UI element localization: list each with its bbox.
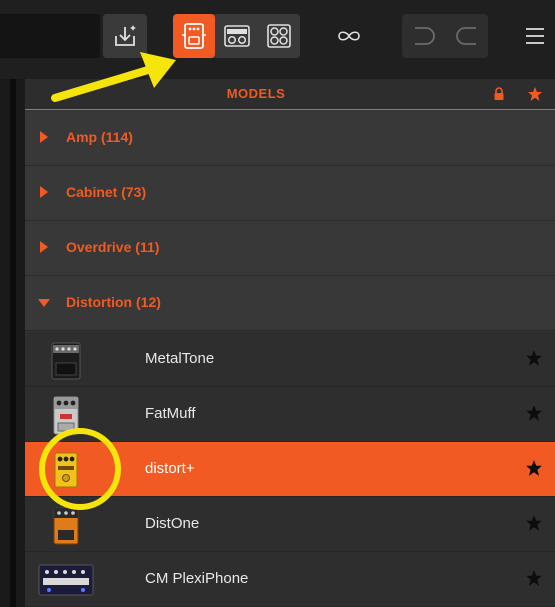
star-icon[interactable] [525,569,543,587]
stompbox-view-icon [182,23,206,49]
model-label: CM PlexiPhone [145,570,249,587]
model-label: DistOne [145,515,200,532]
model-row-fatmuff[interactable]: FatMuff [25,387,555,442]
undo-button[interactable] [402,14,445,58]
lock-icon[interactable] [491,86,507,102]
cabinet-view-icon [267,24,291,48]
star-icon[interactable] [525,349,543,367]
star-icon[interactable] [525,514,543,532]
chevron-right-icon [40,131,48,143]
model-row-distort-plus[interactable]: distort+ [25,442,555,497]
undo-redo-group [402,14,488,58]
infinity-icon [338,31,360,41]
favorites-star-icon[interactable] [527,86,543,102]
top-toolbar [0,0,555,79]
model-label: MetalTone [145,350,215,367]
stompbox-view-button[interactable] [173,14,215,58]
model-row-cm-plexiphone[interactable]: CM PlexiPhone [25,552,555,607]
models-panel: MODELS Amp (114) Cabinet (73) Overdrive … [25,79,555,607]
model-label: FatMuff [145,405,196,422]
model-label: distort+ [145,460,195,477]
menu-button[interactable] [515,14,555,58]
chevron-right-icon [40,241,48,253]
distort-plus-pedal-icon [54,452,78,488]
category-label: Overdrive (11) [66,239,160,255]
hamburger-menu-icon [526,28,544,44]
app-window: MODELS Amp (114) Cabinet (73) Overdrive … [0,0,555,607]
category-row-distortion[interactable]: Distortion (12) [25,276,555,331]
amp-view-button[interactable] [216,14,258,58]
save-preset-button[interactable] [103,14,147,58]
amp-view-icon [224,25,250,47]
left-scrollbar[interactable] [10,79,16,607]
plexiphone-pedal-icon [38,564,94,596]
model-row-distone[interactable]: DistOne [25,497,555,552]
star-icon[interactable] [525,404,543,422]
panel-header: MODELS [25,79,555,110]
category-row-cabinet[interactable]: Cabinet (73) [25,166,555,221]
loop-button[interactable] [327,14,371,58]
cabinet-view-button[interactable] [258,14,300,58]
category-label: Distortion (12) [66,294,161,310]
distone-pedal-icon [53,507,79,545]
view-switcher [173,14,300,58]
chevron-right-icon [40,186,48,198]
fatmuff-pedal-icon [53,396,79,435]
panel-title: MODELS [226,86,286,101]
chevron-down-icon [38,299,50,307]
model-row-metaltone[interactable]: MetalTone [25,332,555,387]
category-label: Cabinet (73) [66,184,147,200]
category-row-overdrive[interactable]: Overdrive (11) [25,221,555,276]
redo-button[interactable] [445,14,488,58]
metaltone-pedal-icon [51,342,81,380]
category-label: Amp (114) [66,129,133,145]
download-icon [115,25,136,46]
category-row-amp[interactable]: Amp (114) [25,111,555,166]
undo-icon [414,27,435,45]
preset-field[interactable] [0,14,100,58]
star-icon[interactable] [525,459,543,477]
redo-icon [455,27,476,45]
left-scroll-strip [0,79,25,607]
